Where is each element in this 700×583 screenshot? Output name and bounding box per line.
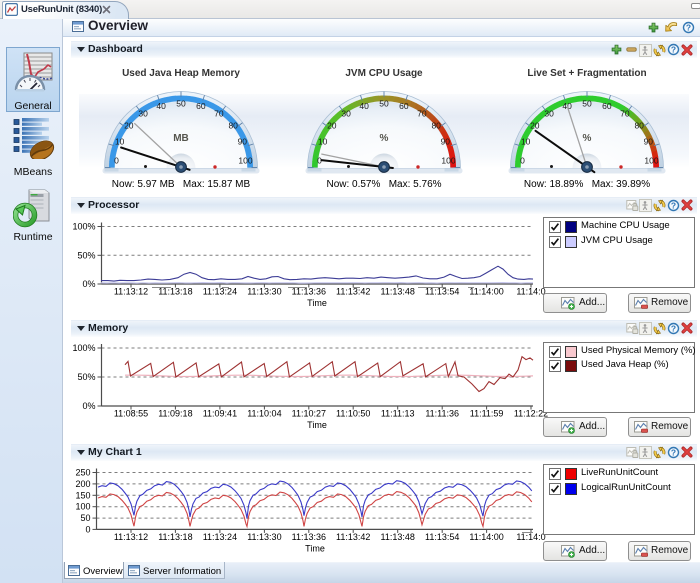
svg-text:11:13:18: 11:13:18: [158, 532, 192, 542]
svg-text:100: 100: [75, 502, 90, 512]
svg-text:11:13:36: 11:13:36: [292, 532, 326, 542]
svg-text:11:14:0: 11:14:0: [516, 532, 545, 542]
svg-text:11:13:42: 11:13:42: [336, 532, 370, 542]
svg-text:150: 150: [75, 490, 90, 500]
svg-text:11:13:48: 11:13:48: [381, 532, 415, 542]
svg-text:11:13:54: 11:13:54: [425, 532, 459, 542]
svg-text:11:13:30: 11:13:30: [247, 532, 281, 542]
svg-text:0: 0: [85, 524, 90, 534]
svg-text:11:14:00: 11:14:00: [469, 532, 503, 542]
svg-text:250: 250: [75, 468, 90, 478]
svg-text:200: 200: [75, 479, 90, 489]
svg-text:50: 50: [80, 513, 90, 523]
svg-text:11:13:12: 11:13:12: [114, 532, 148, 542]
svg-text:Time: Time: [305, 544, 325, 554]
svg-text:11:13:24: 11:13:24: [203, 532, 237, 542]
